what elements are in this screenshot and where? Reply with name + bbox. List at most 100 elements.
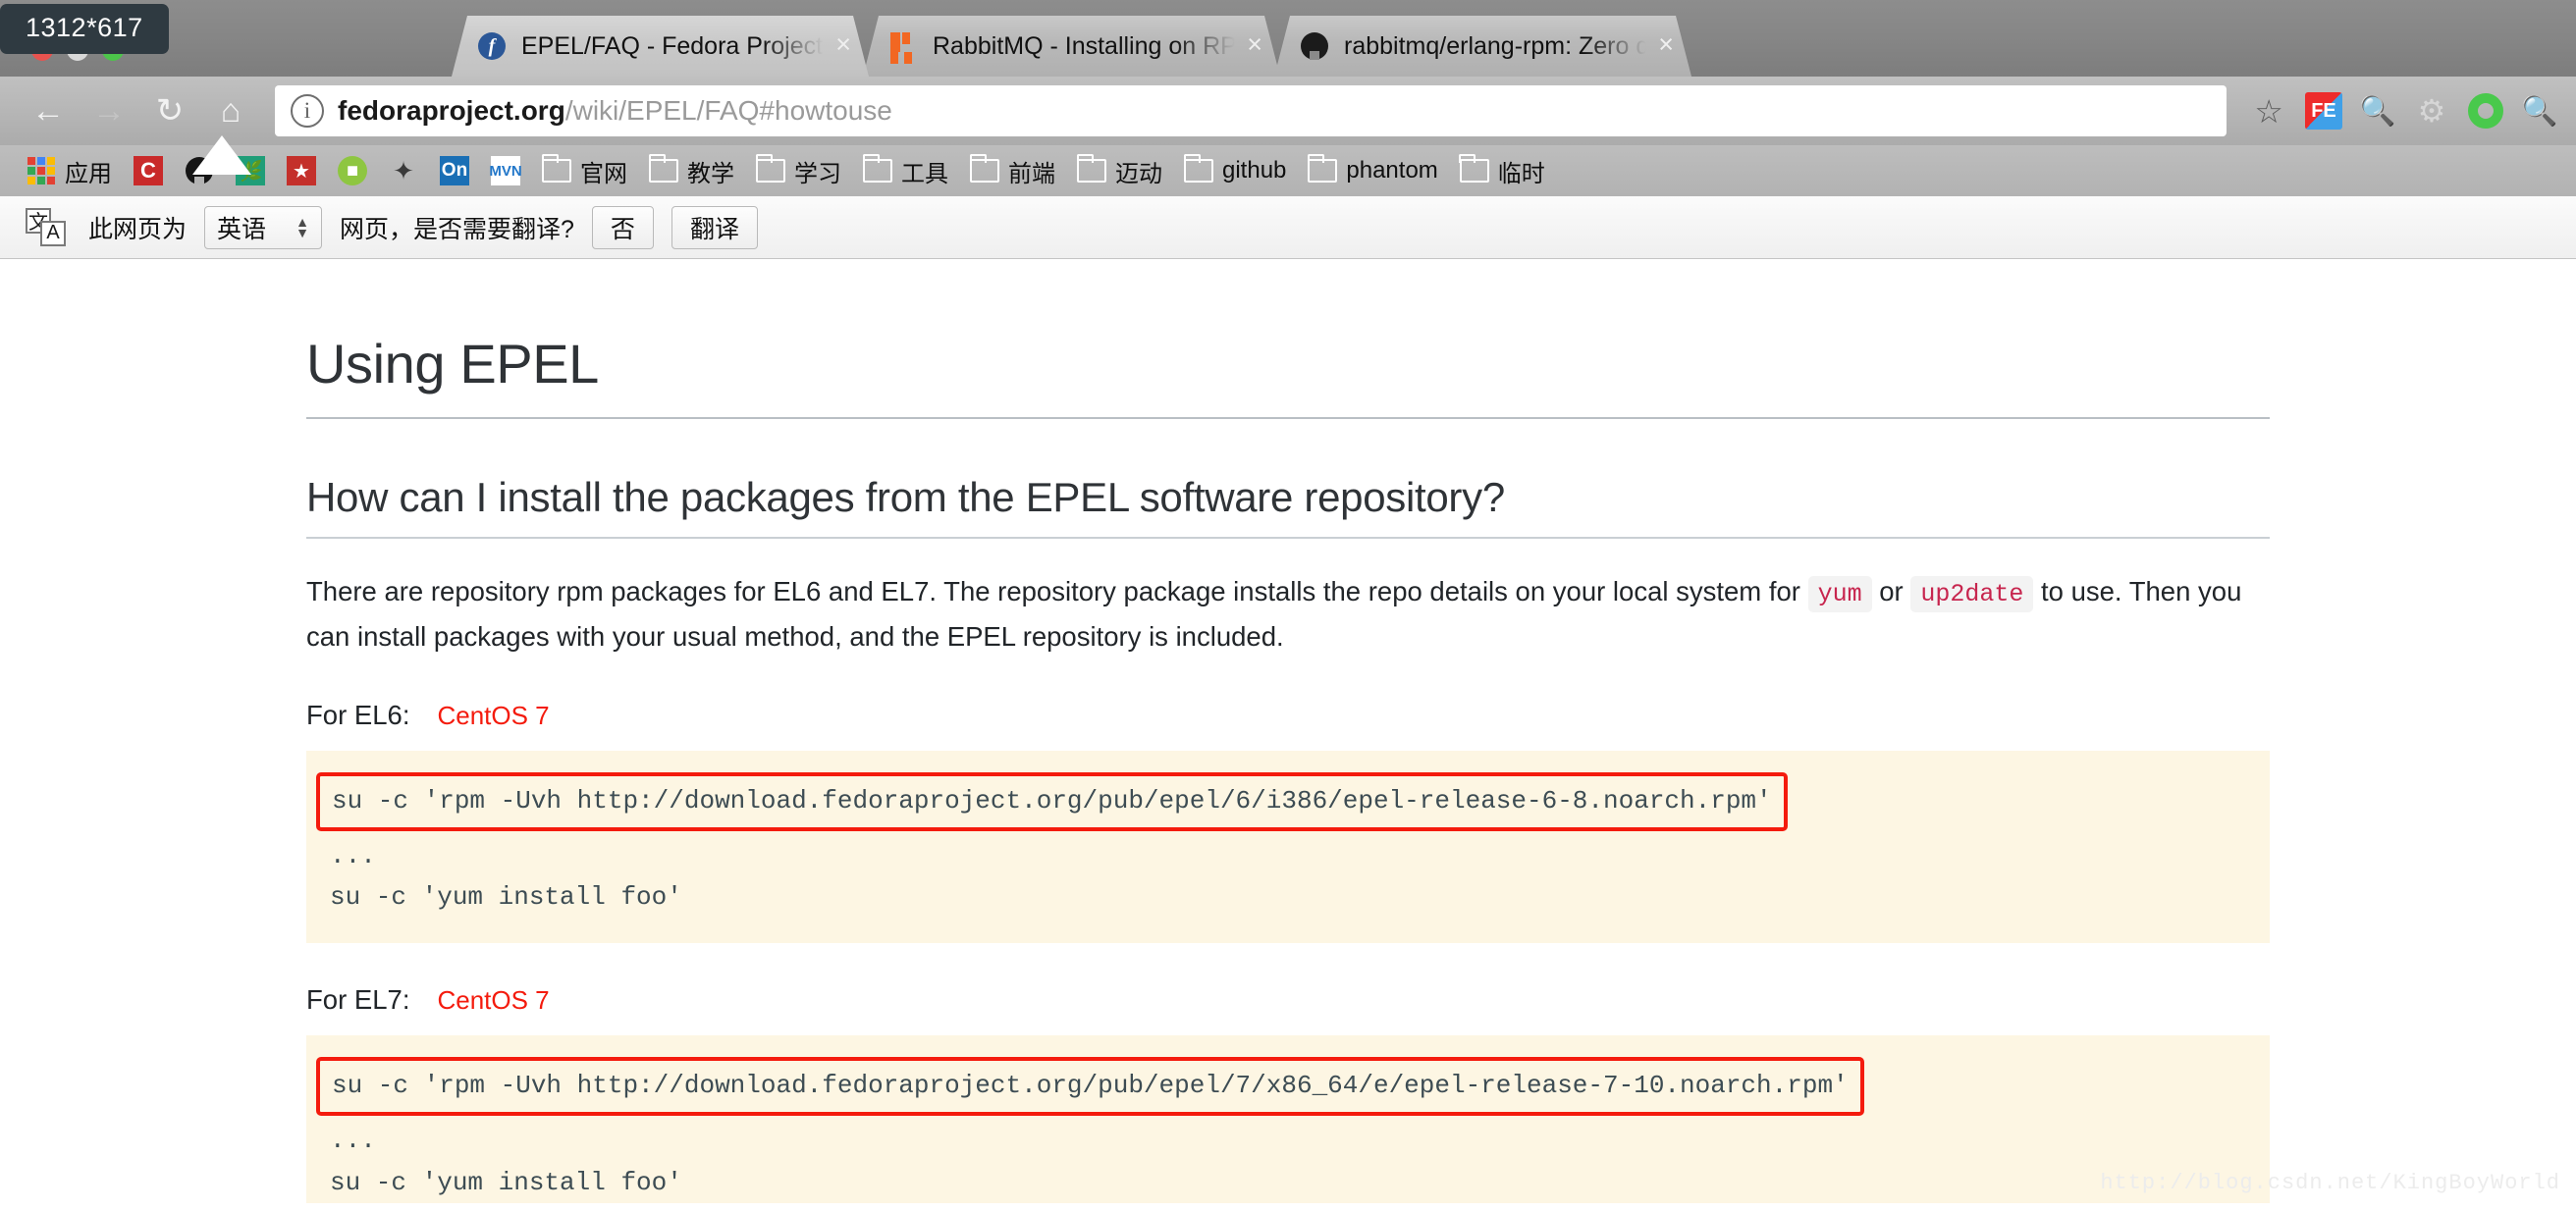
bookmark-c[interactable]: C — [123, 149, 174, 192]
folder-icon — [1459, 154, 1489, 185]
clipped-previous-paragraph: For more information, see the Getting a … — [306, 259, 2270, 271]
translate-button[interactable]: 翻译 — [671, 205, 758, 249]
apps-grid-icon — [27, 156, 56, 185]
fedora-icon: f — [477, 31, 507, 61]
tab-title: RabbitMQ - Installing on RPM- — [933, 31, 1242, 60]
close-tab-button[interactable]: × — [1652, 31, 1684, 62]
bookmark-folder-github[interactable]: github — [1173, 149, 1297, 192]
el7-code-block: su -c 'rpm -Uvh http://download.fedorapr… — [306, 1035, 2270, 1203]
para-text-2: or — [1871, 576, 1911, 606]
back-icon[interactable]: ← — [18, 80, 79, 141]
fe-extension-icon[interactable]: FE — [2305, 92, 2342, 130]
page-viewport: For more information, see the Getting a … — [0, 259, 2576, 1203]
bookmark-lime-circle[interactable]: ■ — [327, 149, 378, 192]
folder-icon — [648, 154, 678, 185]
el7-ellipsis-line: ... — [330, 1126, 376, 1156]
close-tab-button[interactable]: × — [830, 31, 861, 62]
mvn-bookmark-icon: MVN — [489, 156, 522, 185]
translate-icon: 文 A — [26, 207, 71, 247]
decline-translate-button[interactable]: 否 — [591, 205, 654, 249]
el6-annotation: CentOS 7 — [437, 701, 550, 731]
magnifier2-extension-icon[interactable]: 🔍 — [2521, 92, 2558, 130]
tab-title: rabbitmq/erlang-rpm: Zero dep — [1344, 31, 1653, 60]
source-language-select[interactable]: 英语 ▲ ▼ — [204, 205, 323, 249]
para-text-1: There are repository rpm packages for EL… — [306, 576, 1808, 606]
el6-command-line: su -c 'rpm -Uvh http://download.fedorapr… — [316, 772, 2246, 835]
bookmark-folder-jiaoxue[interactable]: 教学 — [638, 149, 745, 192]
el6-command-highlight: su -c 'rpm -Uvh http://download.fedorapr… — [316, 772, 1788, 832]
bookmark-label: 官网 — [580, 160, 627, 187]
tab-strip: 1312*617 f EPEL/FAQ - Fedora Project Wik… — [0, 0, 2576, 77]
bookmark-diamond[interactable]: ✦ — [378, 149, 429, 192]
home-icon[interactable]: ⌂ — [200, 80, 261, 141]
bookmark-label: 教学 — [687, 160, 734, 187]
magnifier-extension-icon[interactable]: 🔍 — [2359, 92, 2396, 130]
el7-label-row: For EL7: CentOS 7 — [306, 984, 2270, 1016]
diamond-bookmark-icon: ✦ — [393, 155, 414, 185]
folder-icon — [755, 154, 785, 185]
bookmark-label: 临时 — [1497, 160, 1545, 187]
source-language-value: 英语 — [217, 215, 267, 243]
lime-circle-bookmark-icon: ■ — [338, 156, 367, 185]
inline-code-yum: yum — [1807, 576, 1872, 612]
el6-code-block: su -c 'rpm -Uvh http://download.fedorapr… — [306, 751, 2270, 944]
bookmark-label: 学习 — [794, 160, 841, 187]
close-tab-button[interactable]: × — [1241, 31, 1272, 62]
bookmark-label: 前端 — [1008, 160, 1055, 187]
bookmark-folder-maidong[interactable]: 迈动 — [1066, 149, 1173, 192]
browser-tab-1[interactable]: f EPEL/FAQ - Fedora Project Wiki × — [452, 16, 869, 77]
bookmark-apps[interactable]: 应用 — [16, 149, 123, 192]
page-title: Using EPEL — [306, 332, 2270, 419]
address-bar[interactable]: i fedoraproject.org/wiki/EPEL/FAQ#howtou… — [275, 85, 2227, 136]
bookmark-red-shield[interactable]: ★ — [276, 149, 327, 192]
reload-icon[interactable]: ↻ — [139, 80, 200, 141]
site-info-icon[interactable]: i — [291, 94, 324, 128]
bookmark-folder-linshi[interactable]: 临时 — [1449, 149, 1556, 192]
url-path: /wiki/EPEL/FAQ#howtouse — [564, 95, 892, 126]
window-size-badge: 1312*617 — [0, 4, 169, 54]
bookmark-label: 应用 — [65, 160, 112, 187]
browser-tab-3[interactable]: rabbitmq/erlang-rpm: Zero dep × — [1274, 16, 1691, 77]
bookmark-folder-xuexi[interactable]: 学习 — [745, 149, 852, 192]
green-circle-extension-icon[interactable] — [2467, 92, 2504, 130]
el7-install-line: su -c 'yum install foo' — [330, 1167, 682, 1197]
gear-extension-icon[interactable]: ⚙ — [2413, 92, 2450, 130]
inline-code-up2date: up2date — [1910, 576, 2034, 612]
browser-tab-2[interactable]: RabbitMQ - Installing on RPM- × — [863, 16, 1280, 77]
chevron-updown-icon: ▲ ▼ — [295, 213, 310, 240]
on-bookmark-icon: On — [440, 156, 469, 185]
red-shield-bookmark-icon: ★ — [287, 156, 316, 185]
bookmark-label: phantom — [1346, 157, 1438, 184]
section-heading-install: How can I install the packages from the … — [306, 474, 2270, 539]
el7-label: For EL7: — [306, 984, 410, 1016]
bookmark-folder-guanwang[interactable]: 官网 — [531, 149, 638, 192]
navigation-toolbar: ← → ↻ ⌂ i fedoraproject.org/wiki/EPEL/FA… — [0, 77, 2576, 145]
watermark: http://blog.csdn.net/KingBoyWorld — [2100, 1171, 2560, 1195]
bookmark-on[interactable]: On — [429, 149, 480, 192]
wiki-article: For more information, see the Getting a … — [0, 259, 2576, 1203]
bookmark-drop-indicator — [192, 135, 251, 175]
rabbitmq-icon — [888, 31, 918, 61]
bookmark-folder-phantom[interactable]: phantom — [1297, 149, 1448, 192]
el7-annotation: CentOS 7 — [437, 985, 550, 1016]
bookmark-mvn[interactable]: MVN — [480, 149, 531, 192]
folder-icon — [862, 154, 892, 185]
forward-icon[interactable]: → — [79, 80, 139, 141]
c-bookmark-icon: C — [134, 156, 163, 185]
url-text: fedoraproject.org/wiki/EPEL/FAQ#howtouse — [338, 95, 892, 127]
folder-icon — [541, 154, 571, 185]
bookmark-star-icon[interactable]: ☆ — [2240, 92, 2297, 131]
el6-label: For EL6: — [306, 700, 410, 731]
bookmark-folder-gongju[interactable]: 工具 — [852, 149, 959, 192]
el6-install-line: su -c 'yum install foo' — [330, 882, 682, 913]
tab-title: EPEL/FAQ - Fedora Project Wiki — [521, 31, 824, 60]
url-host: fedoraproject.org — [338, 95, 565, 126]
bookmark-folder-qianduan[interactable]: 前端 — [959, 149, 1066, 192]
extension-toolbar: FE 🔍 ⚙ 🔍 — [2297, 92, 2558, 130]
browser-window: 1312*617 f EPEL/FAQ - Fedora Project Wik… — [0, 0, 2576, 1211]
intro-paragraph: There are repository rpm packages for EL… — [306, 570, 2270, 658]
el7-command-line: su -c 'rpm -Uvh http://download.fedorapr… — [316, 1057, 2246, 1120]
folder-icon — [1183, 154, 1213, 185]
translate-suffix-label: 网页，是否需要翻译? — [340, 215, 574, 243]
el7-command-highlight: su -c 'rpm -Uvh http://download.fedorapr… — [316, 1057, 1864, 1117]
